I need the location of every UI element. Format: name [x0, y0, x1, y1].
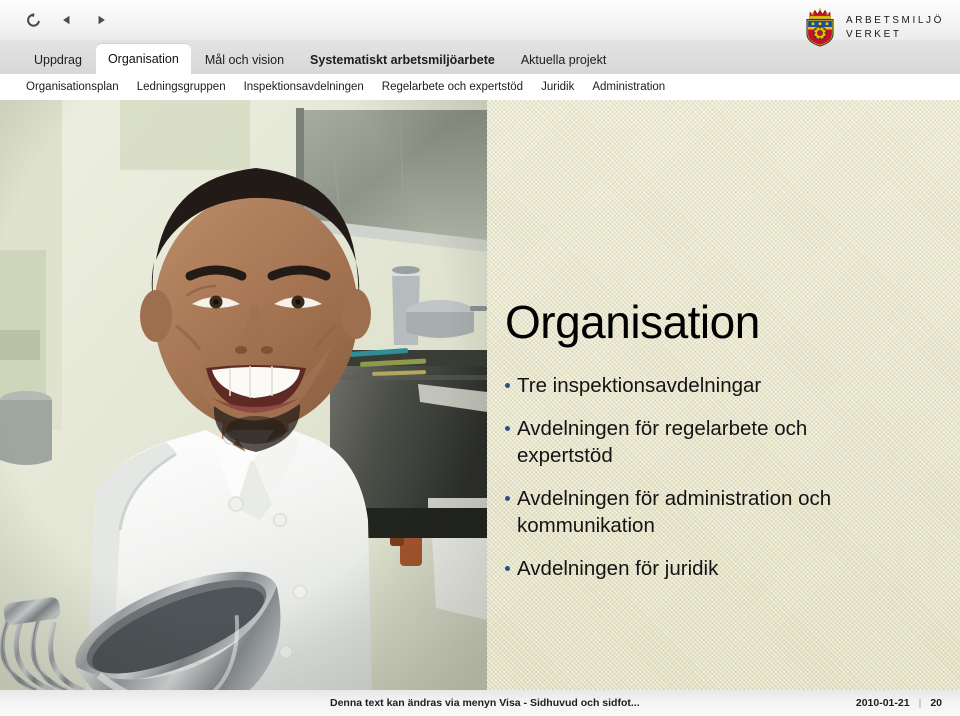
bullet-text: Tre inspektionsavdelningar: [517, 374, 762, 397]
reload-icon[interactable]: [20, 7, 46, 33]
bullet-marker-icon: [505, 426, 510, 431]
bullet-text: Avdelningen för administration och kommu…: [517, 487, 832, 537]
bullet-item: Avdelningen för juridik: [505, 555, 905, 582]
bullet-item: Tre inspektionsavdelningar: [505, 372, 905, 399]
swedish-crowned-crest-icon: [806, 8, 834, 47]
previous-icon[interactable]: [54, 7, 80, 33]
logo-line-1: ARBETSMILJÖ: [845, 14, 944, 26]
subnav-item-administration[interactable]: Administration: [592, 81, 665, 93]
bullet-marker-icon: [505, 496, 510, 501]
subnav-item-inspektionsavdelningen[interactable]: Inspektionsavdelningen: [244, 81, 364, 93]
footer-date: 2010-01-21: [855, 697, 910, 709]
brand-logo: ARBETSMILJÖ VERKET: [803, 6, 944, 48]
presentation-window: ARBETSMILJÖ VERKET Uppdrag Organisation Må…: [0, 0, 960, 716]
bullet-text: Avdelningen för regelarbete och expertst…: [517, 417, 808, 467]
next-icon[interactable]: [88, 7, 114, 33]
subnav-item-juridik[interactable]: Juridik: [541, 81, 574, 93]
tab-uppdrag[interactable]: Uppdrag: [22, 46, 94, 74]
subnav-item-organisationsplan[interactable]: Organisationsplan: [26, 81, 119, 93]
footer-meta: 2010-01-21 | 20: [856, 697, 942, 709]
slide-footer: Denna text kan ändras via menyn Visa - S…: [0, 690, 960, 716]
tab-aktuella-projekt[interactable]: Aktuella projekt: [509, 46, 618, 74]
bullet-marker-icon: [505, 383, 510, 388]
slide-canvas: Organisation Tre inspektionsavdelningar A…: [0, 100, 960, 690]
tab-m-l-och-vision[interactable]: Mål och vision: [193, 46, 296, 74]
slide-photo: [0, 100, 487, 690]
bullet-marker-icon: [505, 566, 510, 571]
footer-note: Denna text kan ändras via menyn Visa - S…: [330, 697, 640, 709]
tab-systematiskt-arbetsmilj-arbete[interactable]: Systematiskt arbetsmiljöarbete: [298, 46, 507, 74]
slide-text-column: Organisation Tre inspektionsavdelningar A…: [505, 100, 925, 690]
subnav-item-ledningsgruppen[interactable]: Ledningsgruppen: [137, 81, 226, 93]
bullet-text: Avdelningen för juridik: [517, 557, 719, 580]
secondary-nav: Organisationsplan Ledningsgruppen Inspekti…: [0, 74, 960, 100]
bullet-item: Avdelningen för administration och kommu…: [505, 485, 905, 539]
footer-page-number: 20: [930, 697, 942, 709]
footer-separator: |: [918, 697, 922, 709]
logo-line-2: VERKET: [845, 28, 902, 40]
slide-bullet-list: Tre inspektionsavdelningar Avdelningen fö…: [505, 372, 905, 598]
bullet-item: Avdelningen för regelarbete och expertst…: [505, 415, 905, 469]
tab-organisation[interactable]: Organisation: [95, 44, 191, 74]
subnav-item-regelarbete-och-expertst-d[interactable]: Regelarbete och expertstöd: [382, 81, 523, 93]
slide-title: Organisation: [505, 296, 760, 348]
